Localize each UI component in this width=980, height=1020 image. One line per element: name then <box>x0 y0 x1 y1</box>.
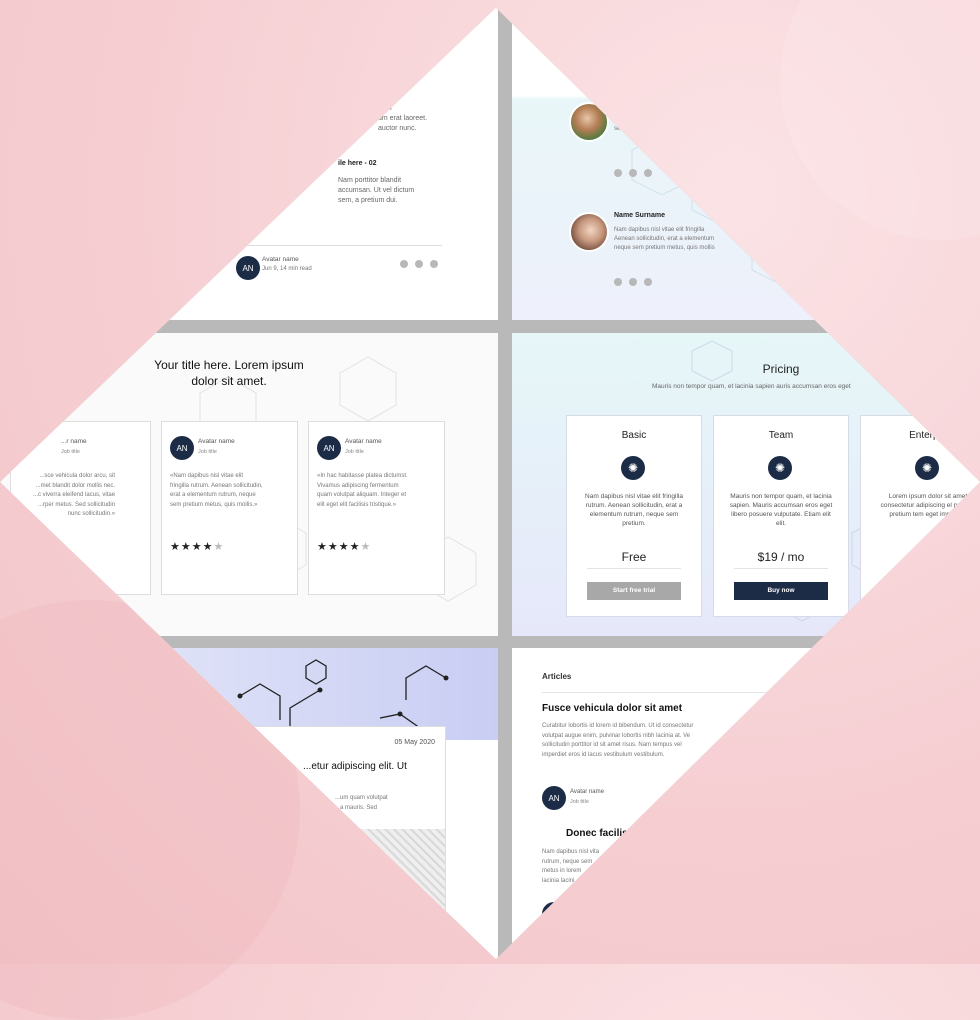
rating-stars: ★★★★★ <box>170 541 225 553</box>
article-excerpt: Curabitur lobortis id lorem id bibendum.… <box>542 723 694 758</box>
author-name: ...r name <box>61 438 87 445</box>
start-trial-button[interactable]: Start free trial <box>587 582 681 600</box>
buy-now-button[interactable]: Buy now <box>734 582 828 600</box>
divider <box>587 568 681 569</box>
plan-desc: Mauris non tempor quam, et lacinia sapie… <box>729 493 833 527</box>
background-blob-2 <box>780 0 980 240</box>
section-title: Your title here. Lorem ipsum dolor sit a… <box>154 358 304 388</box>
avatar: AN <box>317 436 341 460</box>
avatar-2: AN <box>542 902 566 926</box>
divider <box>236 245 442 246</box>
article-title[interactable]: Fusce vehicula dolor sit amet <box>542 703 682 714</box>
review-text: Nam dapibus nisl vitae elit fringilla Aen… <box>614 227 715 251</box>
plan-card-enterprise: Enterp... ✺ Lorem ipsum dolor sit amet c… <box>860 415 980 617</box>
globe-icon: ✺ <box>915 456 939 480</box>
author-name: Avatar name <box>570 789 604 795</box>
job-title: Job title <box>198 449 217 455</box>
plan-desc: Nam dapibus nisl vitae elit fringilla ru… <box>585 493 683 527</box>
divider <box>734 568 828 569</box>
pagination-dots[interactable] <box>614 169 652 177</box>
divider <box>542 692 802 693</box>
globe-icon: ✺ <box>768 456 792 480</box>
testimonial-card: AN Avatar name Job title «In hac habitas… <box>308 421 445 595</box>
avatar-photo-2 <box>569 212 609 252</box>
tile-blog-post: elit. Ut e. In um erat laoreet. auctor nun… <box>0 7 498 320</box>
post-excerpt: Nam porttitor blandit accumsan. Ut vel di… <box>338 177 415 204</box>
plan-desc: Lorem ipsum dolor sit amet consectetur a… <box>880 493 976 518</box>
avatar: AN <box>170 436 194 460</box>
plan-name: Basic <box>621 430 647 441</box>
pricing-title: Pricing <box>762 362 800 376</box>
plan-price: $4... <box>916 550 940 564</box>
rating-stars: ★★★★★ <box>317 541 372 553</box>
post-date: 05 May 2020 <box>394 739 435 746</box>
plan-price: $19 / mo <box>757 550 805 564</box>
post-snippet: elit. Ut e. In um erat laoreet. auctor nun… <box>378 95 428 132</box>
tile-testimonial-cards: Your title here. Lorem ipsum dolor sit a… <box>0 333 498 636</box>
author-name: Avatar name <box>198 438 235 445</box>
plan-name: Team <box>768 430 794 441</box>
tile-articles: Articles Fusce vehicula dolor sit amet C… <box>512 648 980 960</box>
author-name: Avatar name <box>345 438 382 445</box>
plan-card-basic: Basic ✺ Nam dapibus nisl vitae elit frin… <box>566 415 702 617</box>
reviewer-name: Name Surname <box>614 212 665 219</box>
post-title: ...etur adipiscing elit. Ut <box>303 761 407 772</box>
avatar-photo <box>569 102 609 142</box>
author-name: Avatar name <box>262 256 299 263</box>
post-excerpt: ...um quam volutpat ...a mauris. Sed <box>335 795 388 811</box>
plan-name: Enterp... <box>909 430 947 441</box>
pricing-subtitle: Mauris non tempor quam, et lacinia sapie… <box>652 383 851 390</box>
articles-heading: Articles <box>542 672 572 681</box>
testimonial-card: ...r name Job title ...sce vehicula dolo… <box>10 421 151 595</box>
article-title-2[interactable]: Donec facilisis <box>566 828 636 839</box>
plan-price: Free <box>621 550 647 564</box>
post-image <box>355 829 445 919</box>
tile-pricing: Pricing Mauris non tempor quam, et lacin… <box>512 333 980 636</box>
job-title: Job title <box>345 449 364 455</box>
article-excerpt-2: Nam dapibus nisl vita rutrum, neque sem m… <box>542 849 600 884</box>
plan-card-team: Team ✺ Mauris non tempor quam, et lacini… <box>713 415 849 617</box>
post-subtitle: ile here - 02 <box>338 160 377 167</box>
job-title: Job title <box>570 799 589 805</box>
quote: «In hac habitasse platea dictumst. Vivamu… <box>317 473 408 508</box>
job-title: Job title <box>61 449 80 455</box>
post-meta: Jun 9, 14 min read <box>262 266 312 272</box>
avatar: AN <box>236 256 260 280</box>
quote: «Nam dapibus nisl vitae elit fringilla ru… <box>170 473 263 508</box>
testimonial-card: AN Avatar name Job title «Nam dapibus ni… <box>161 421 298 595</box>
globe-icon: ✺ <box>621 456 645 480</box>
pagination-dots-2[interactable] <box>614 278 652 286</box>
more-options-dots[interactable] <box>400 260 438 268</box>
avatar: AN <box>542 786 566 810</box>
quote: ...sce vehicula dolor arcu, sit ...met bl… <box>33 473 116 517</box>
snippet: Na... sem, a <box>614 120 633 132</box>
